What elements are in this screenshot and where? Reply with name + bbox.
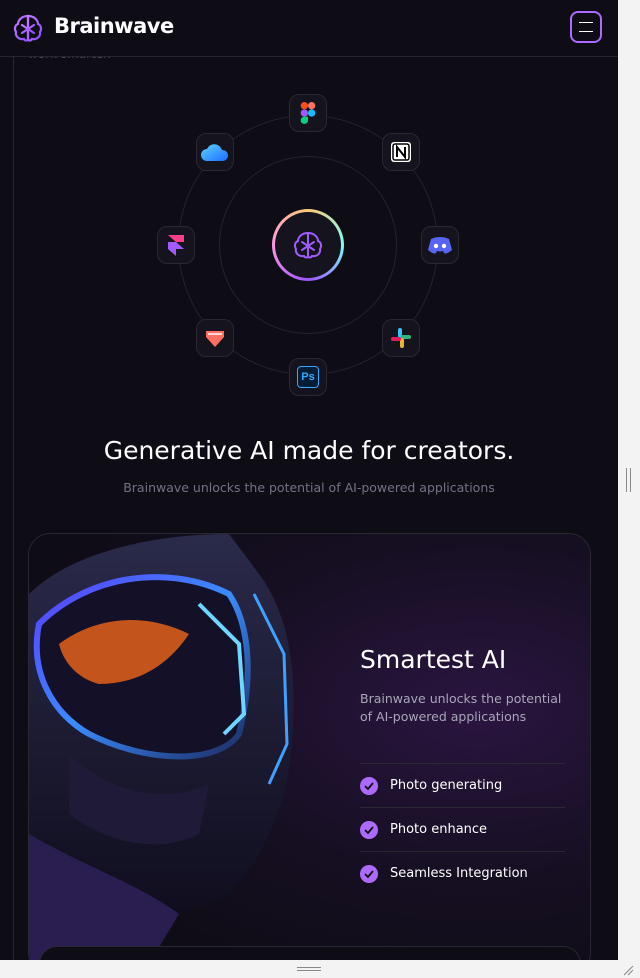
app-tile-notion[interactable]	[382, 133, 420, 171]
page-viewport: work smarter. Brainwave	[0, 0, 618, 960]
photoshop-icon: Ps	[297, 366, 319, 388]
notion-icon	[391, 142, 411, 162]
feature-label: Seamless Integration	[390, 866, 528, 881]
hamburger-icon	[579, 22, 593, 32]
menu-button[interactable]	[570, 11, 602, 43]
check-icon	[360, 864, 378, 883]
resize-corner-icon[interactable]	[622, 964, 634, 976]
scrollbar-grip-icon[interactable]	[626, 468, 631, 492]
bottom-resize-bar[interactable]	[0, 960, 640, 978]
app-tile-raindrop[interactable]	[196, 133, 234, 171]
vertical-scrollbar[interactable]	[618, 0, 640, 960]
resize-handle-icon[interactable]	[297, 967, 321, 971]
feature-item: Photo enhance	[360, 807, 565, 851]
figma-icon	[300, 102, 316, 124]
app-tile-photoshop[interactable]: Ps	[289, 358, 327, 396]
brand-name[interactable]: Brainwave	[54, 14, 174, 38]
slack-icon	[391, 328, 411, 348]
app-tile-slack[interactable]	[382, 319, 420, 357]
protopie-icon	[206, 331, 224, 347]
center-logo-badge	[272, 209, 344, 281]
feature-label: Photo enhance	[390, 822, 488, 837]
section-subline: Brainwave unlocks the potential of AI-po…	[123, 480, 495, 495]
app-tile-figma[interactable]	[289, 94, 327, 132]
app-tile-framer[interactable]	[157, 226, 195, 264]
feature-list: Photo generating Photo enhance Seamless …	[360, 763, 565, 895]
robot-helmet-illustration	[29, 534, 294, 960]
check-icon	[360, 776, 378, 795]
feature-label: Photo generating	[390, 778, 503, 793]
raindrop-icon	[201, 144, 229, 161]
brainwave-center-icon	[293, 231, 323, 259]
feature-card: Smartest AI Brainwave unlocks the potent…	[28, 533, 591, 960]
framer-icon	[168, 235, 184, 256]
card-description: Brainwave unlocks the potential of AI-po…	[360, 691, 562, 724]
section-headline: Generative AI made for creators.	[103, 436, 515, 465]
feature-item: Seamless Integration	[360, 851, 565, 895]
left-divider	[13, 56, 14, 960]
check-icon	[360, 820, 378, 839]
next-card-edge	[39, 946, 581, 960]
discord-icon	[428, 237, 452, 254]
site-header: Brainwave	[0, 0, 618, 57]
brainwave-logo-icon[interactable]	[12, 12, 44, 44]
app-tile-discord[interactable]	[421, 226, 459, 264]
app-tile-protopie[interactable]	[196, 319, 234, 357]
feature-item: Photo generating	[360, 763, 565, 807]
card-title: Smartest AI	[360, 645, 507, 674]
